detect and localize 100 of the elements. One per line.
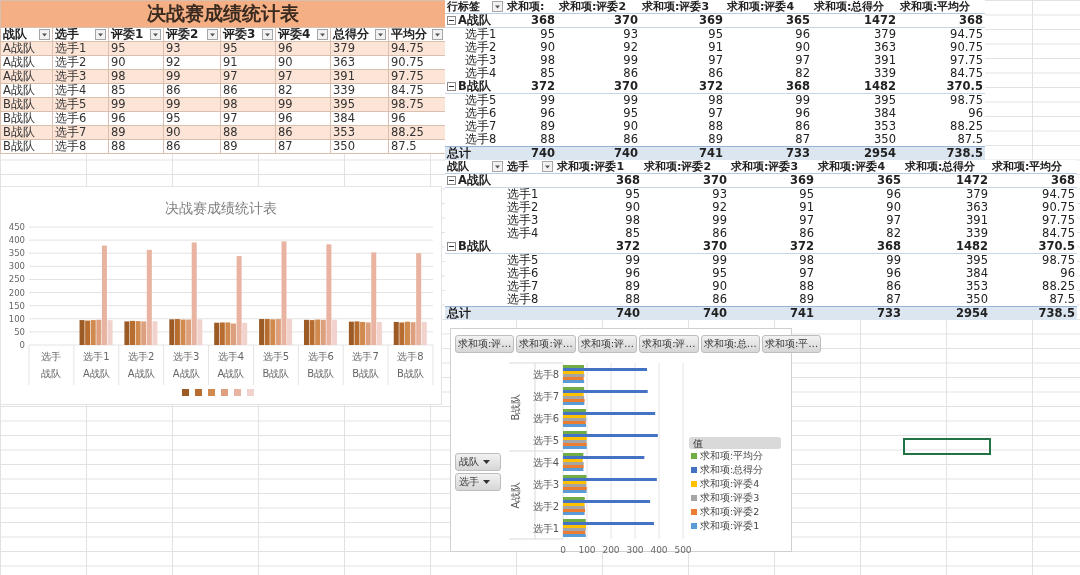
field-button[interactable]: 求和项:评… (455, 335, 515, 353)
field-button[interactable]: 求和项:评… (577, 335, 638, 353)
table-cell: 96 (725, 107, 812, 120)
axis-field-button[interactable]: 选手 (455, 473, 501, 491)
row-label: 选手1 (505, 187, 555, 201)
table-cell: 339 (812, 67, 898, 80)
axis-label: 400 (650, 545, 668, 555)
axis-label: 0 (560, 545, 566, 555)
table-cell: 1482 (903, 240, 990, 254)
table-cell: 98 (640, 93, 725, 107)
table-cell: 369 (729, 173, 816, 188)
table-cell: 90 (108, 55, 164, 70)
table-cell: 96 (816, 267, 903, 280)
table-cell: 363 (330, 55, 389, 70)
table-cell: 372 (640, 80, 725, 94)
column-header: 选手 (507, 160, 529, 173)
axis-group-label: A战队 (510, 481, 521, 509)
collapse-icon[interactable] (447, 242, 456, 251)
table-cell: 88 (108, 139, 164, 154)
axis-label: 选手7 (532, 391, 559, 402)
axis-field-button[interactable]: 战队 (455, 453, 501, 471)
table-cell: 95 (163, 111, 221, 126)
table-cell: 740 (555, 306, 642, 320)
table-cell: 93 (557, 27, 640, 41)
legend-label: 求和项:评委1 (700, 520, 760, 531)
dropdown-icon[interactable] (150, 29, 161, 40)
dropdown-icon[interactable] (375, 29, 386, 40)
legend-label: 求和项:评委2 (700, 506, 760, 517)
table-cell: 370 (642, 240, 729, 254)
dropdown-icon[interactable] (95, 29, 106, 40)
table-cell: 97 (725, 54, 812, 67)
table-cell: 99 (816, 253, 903, 267)
table-cell: 384 (812, 107, 898, 120)
axis-label: 选手5 (532, 435, 559, 446)
table-cell: 353 (812, 120, 898, 133)
table-cell: 82 (816, 227, 903, 240)
axis-label: 300 (626, 545, 644, 555)
table-cell: 733 (816, 306, 903, 320)
table-cell: 89 (729, 293, 816, 307)
table-cell: 95 (505, 27, 557, 41)
table-cell: 86 (557, 67, 640, 80)
axis-label: 选手2 (532, 501, 559, 512)
collapse-icon[interactable] (447, 82, 456, 91)
table-cell: 370 (557, 80, 640, 94)
column-header: 求和项:评委3 (640, 0, 725, 14)
group-label: A战队 (458, 174, 491, 187)
dropdown-icon[interactable] (39, 29, 50, 40)
table-cell: 86 (163, 83, 221, 98)
table-cell: 86 (816, 280, 903, 293)
dropdown-icon[interactable] (542, 161, 553, 172)
collapse-icon[interactable] (447, 176, 456, 185)
table-cell: 384 (330, 111, 389, 126)
table-cell: 85 (505, 67, 557, 80)
table-cell: 350 (812, 133, 898, 147)
table-cell: 96 (555, 267, 642, 280)
table-cell: 96 (505, 107, 557, 120)
field-button[interactable]: 求和项:评… (516, 335, 576, 353)
dropdown-icon[interactable] (317, 29, 328, 40)
column-header: 选手 (55, 28, 79, 41)
axis-label: 战队 (41, 368, 62, 379)
table-cell: 370 (557, 13, 640, 28)
table-cell: 89 (220, 139, 276, 154)
column-header: 求和项:评委2 (642, 160, 729, 174)
table-cell: 86 (642, 293, 729, 307)
column-header: 求和项:总得分 (812, 0, 898, 14)
group-label: A战队 (458, 14, 491, 27)
table-cell: 90 (816, 201, 903, 214)
axis-label: A战队 (172, 368, 200, 379)
chart-title: 决战赛成绩统计表 (165, 200, 277, 216)
table-cell: 368 (816, 240, 903, 254)
field-button[interactable]: 求和项:平… (761, 335, 822, 353)
axis-label: 选手 (41, 351, 62, 362)
table-cell: 391 (812, 54, 898, 67)
column-header: 总得分 (333, 28, 369, 41)
table-cell: 96 (990, 267, 1077, 280)
table-cell: 91 (220, 55, 276, 70)
table-cell: 90 (725, 41, 812, 54)
field-button[interactable]: 求和项:总… (700, 335, 760, 353)
dropdown-icon[interactable] (262, 29, 273, 40)
row-label: 选手2 (445, 41, 505, 54)
dropdown-icon[interactable] (492, 161, 503, 172)
table-cell: 86 (163, 139, 221, 154)
caret-icon (483, 460, 490, 464)
column-header: 求和项:平均分 (898, 0, 985, 14)
row-label: 选手3 (505, 214, 555, 227)
table-cell: 97 (816, 214, 903, 227)
dropdown-icon[interactable] (207, 29, 218, 40)
column-header: 评委3 (223, 28, 256, 41)
table-cell: 90 (555, 201, 642, 214)
selected-cell[interactable] (903, 438, 991, 455)
table-cell: 1482 (812, 80, 898, 94)
axis-label: 选手6 (307, 351, 334, 362)
dropdown-icon[interactable] (492, 1, 503, 12)
table-cell: 选手8 (52, 139, 109, 154)
table-cell: 99 (555, 253, 642, 267)
collapse-icon[interactable] (447, 16, 456, 25)
field-button[interactable]: 求和项:评… (639, 335, 699, 353)
dropdown-icon[interactable] (432, 29, 443, 40)
table-cell: 82 (275, 83, 331, 98)
axis-label: 选手1 (83, 351, 110, 362)
